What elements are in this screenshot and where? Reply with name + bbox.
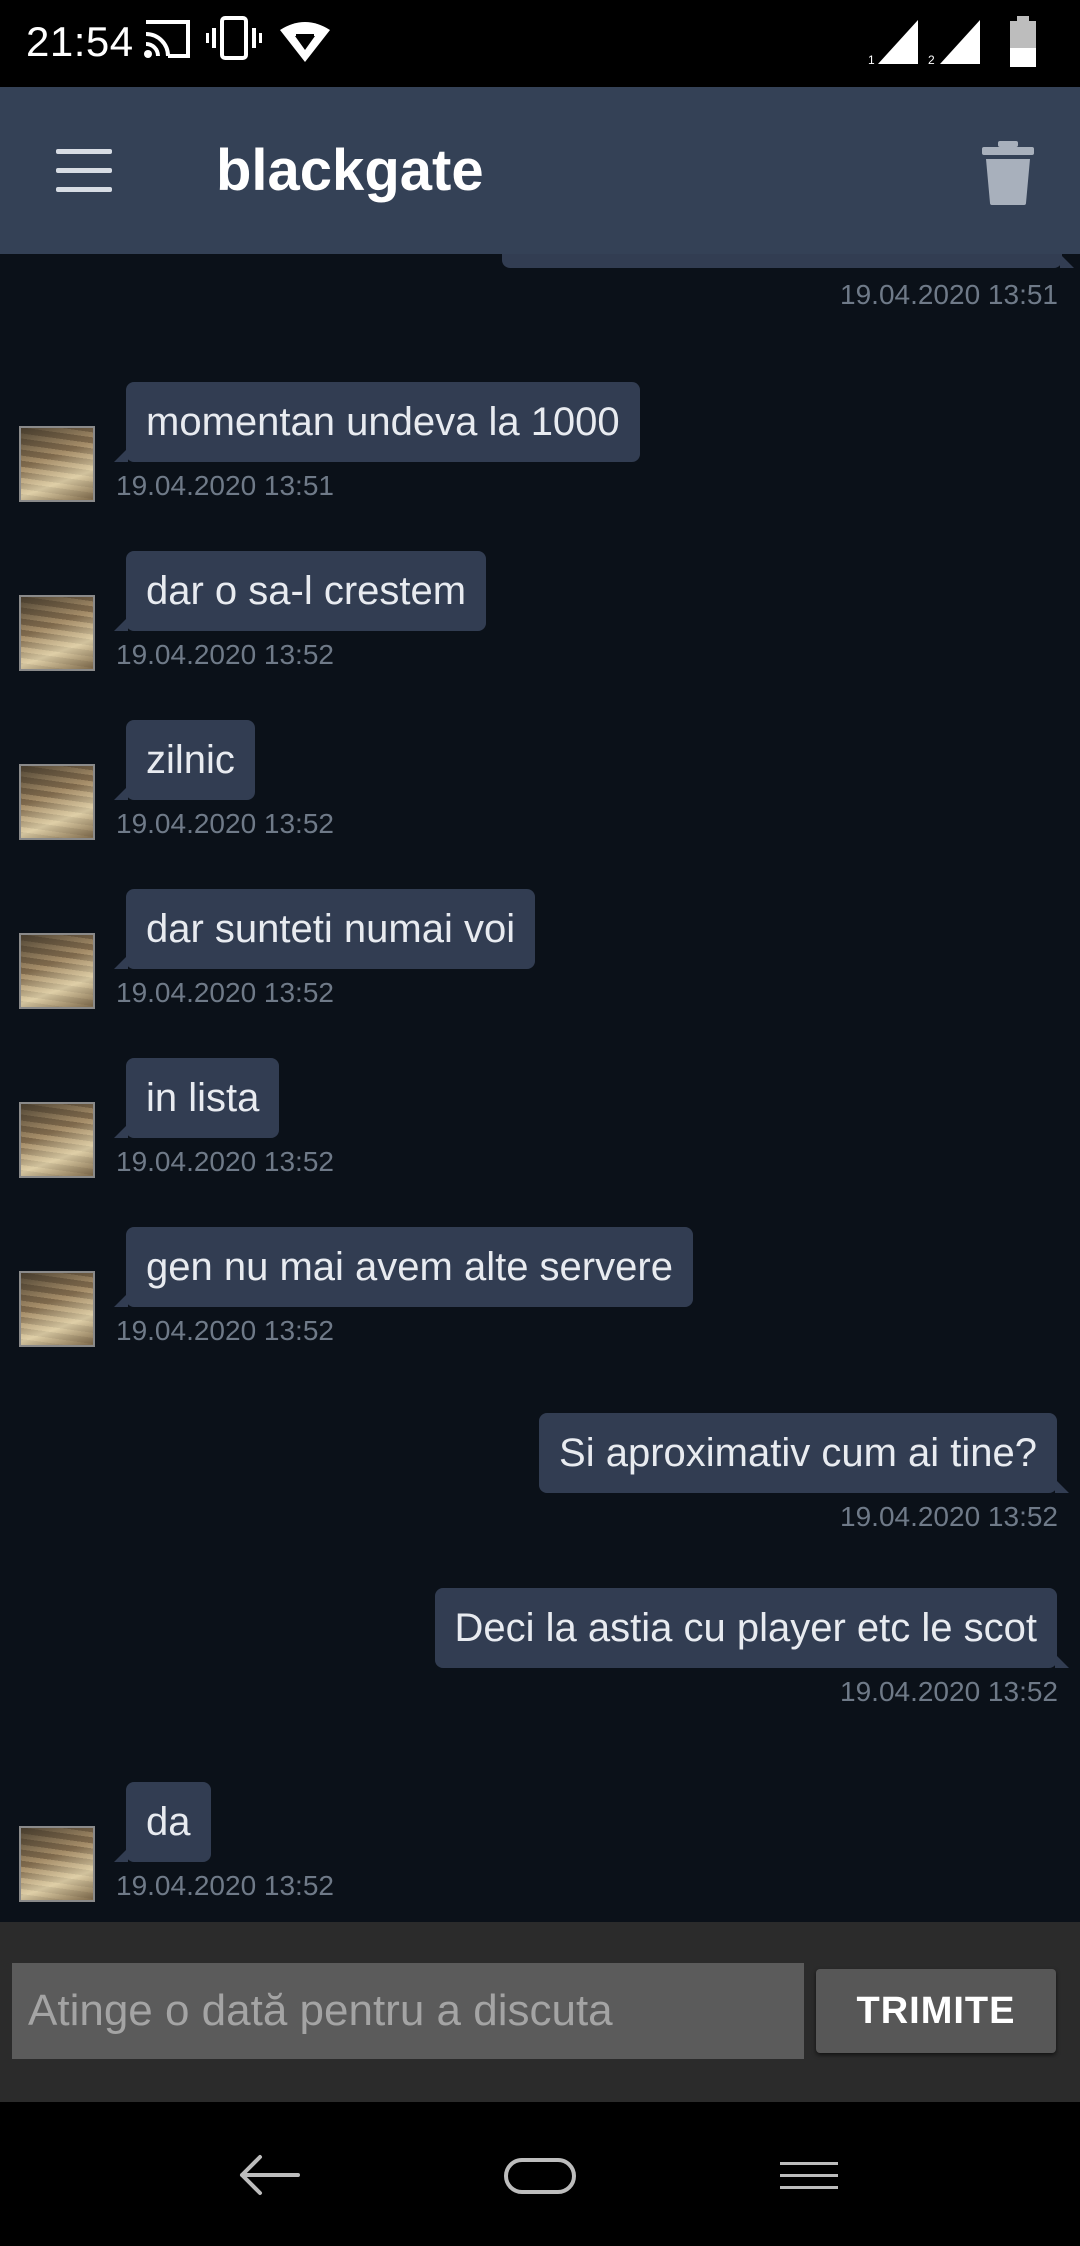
avatar[interactable] — [19, 764, 95, 840]
svg-text:2: 2 — [928, 53, 935, 66]
avatar[interactable] — [19, 426, 95, 502]
message-bubble[interactable]: Deci la astia cu player etc le scot — [434, 1588, 1070, 1668]
navigation-bar — [0, 2102, 1080, 2246]
signal-sim1-icon: 1 — [868, 20, 918, 66]
status-time: 21:54 — [26, 18, 134, 65]
app-bar: blackgate — [0, 87, 1080, 254]
message-bubble[interactable] — [502, 254, 1074, 268]
message-bubble[interactable]: zilnic — [114, 720, 255, 800]
message-timestamp: 19.04.2020 13:52 — [116, 977, 334, 1008]
vibrate-icon — [206, 16, 262, 60]
message-timestamp: 19.04.2020 13:52 — [840, 1501, 1058, 1532]
message-timestamp: 19.04.2020 13:52 — [116, 808, 334, 839]
avatar[interactable] — [19, 1102, 95, 1178]
menu-lines-icon[interactable] — [778, 2140, 842, 2210]
send-button[interactable]: TRIMITE — [816, 1969, 1056, 2053]
message-bubble[interactable]: dar o sa-l crestem — [113, 551, 487, 631]
message-bubble[interactable]: gen nu mai avem alte servere — [114, 1227, 693, 1307]
vpn-icon — [280, 22, 330, 62]
message-timestamp: 19.04.2020 13:52 — [116, 639, 334, 670]
battery-icon — [1010, 16, 1036, 67]
message-bubble[interactable]: da — [114, 1782, 211, 1862]
message-composer: TRIMITE — [0, 1922, 1080, 2102]
back-icon[interactable] — [234, 2140, 304, 2210]
message-bubble[interactable]: momentan undeva la 1000 — [114, 382, 640, 462]
message-timestamp: 19.04.2020 13:52 — [116, 1870, 334, 1901]
message-bubble[interactable]: in lista — [113, 1058, 280, 1138]
svg-text:1: 1 — [868, 53, 875, 66]
menu-icon[interactable] — [56, 149, 112, 193]
message-timestamp: 19.04.2020 13:52 — [116, 1315, 334, 1346]
message-timestamp: 19.04.2020 13:51 — [840, 279, 1058, 310]
signal-sim2-icon: 2 — [928, 20, 980, 66]
message-timestamp: 19.04.2020 13:52 — [840, 1676, 1058, 1707]
message-bubble[interactable]: dar sunteti numai voi — [113, 889, 536, 969]
message-input[interactable] — [12, 1963, 804, 2059]
chat-list[interactable]: 19.04.2020 13:51 momentan undeva la 1000… — [0, 254, 1080, 1922]
chat-screen: 21:54 1 2 blackgate 19.04.2020 13:51 mom… — [0, 0, 1080, 2246]
message-bubble[interactable]: Si aproximativ cum ai tine? — [539, 1413, 1069, 1493]
page-title: blackgate — [216, 138, 484, 203]
avatar[interactable] — [19, 933, 95, 1009]
status-bar: 21:54 1 2 — [0, 0, 1080, 87]
avatar[interactable] — [19, 595, 95, 671]
home-icon[interactable] — [502, 2140, 578, 2210]
avatar[interactable] — [19, 1826, 95, 1902]
avatar[interactable] — [19, 1271, 95, 1347]
message-timestamp: 19.04.2020 13:52 — [116, 1146, 334, 1177]
trash-icon[interactable] — [980, 141, 1036, 205]
message-timestamp: 19.04.2020 13:51 — [116, 470, 334, 501]
cast-icon — [144, 20, 190, 58]
